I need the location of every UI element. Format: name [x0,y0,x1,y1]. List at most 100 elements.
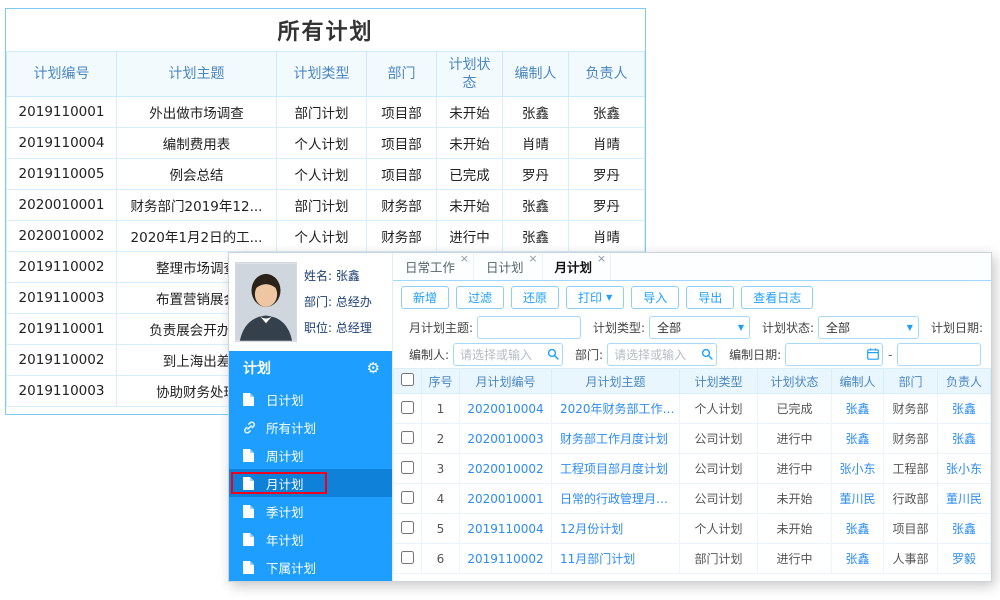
link-cell[interactable]: 张鑫 [937,513,991,544]
tab-close-icon[interactable]: × [597,253,606,265]
tab-bar: 日常工作 × 日计划 × 月计划 × [393,253,991,281]
column-header: 月计划编号 [459,368,552,394]
table-cell: 2020年1月2日的工... [116,220,277,252]
tab-close-icon[interactable]: × [460,253,469,265]
link-cell[interactable]: 张小东 [937,453,991,484]
link-icon [243,421,258,434]
link-cell[interactable]: 2020年财务部工作月... [551,393,680,424]
search-icon[interactable] [547,348,559,360]
sidebar-item-label: 月计划 [266,476,304,492]
sidebar-menu: 日计划所有计划周计划月计划季计划年计划下属计划 [229,385,392,581]
status-filter-select[interactable]: 全部 ▼ [818,316,919,339]
link-cell[interactable]: 2020010001 [459,483,552,514]
table-cell: 1 [421,393,460,424]
row-checkbox[interactable] [401,430,414,444]
link-cell[interactable]: 张鑫 [831,543,884,574]
filter-button[interactable]: 过滤 [456,286,505,309]
sidebar-item-week-plan[interactable]: 周计划 [229,441,392,469]
link-cell[interactable]: 张鑫 [831,393,884,424]
sidebar-item-all-plans[interactable]: 所有计划 [229,413,392,441]
link-cell[interactable]: 张鑫 [831,423,884,454]
column-header: 部门 [366,51,437,97]
link-cell[interactable]: 2020010003 [459,423,552,454]
table-header-row: 序号 月计划编号 月计划主题 计划类型 计划状态 编制人 部门 负责人 [393,368,991,394]
sidebar-item-label: 日计划 [266,392,304,408]
link-cell[interactable]: 财务部工作月度计划 [551,423,680,454]
row-select-cell [393,483,422,514]
link-cell[interactable]: 2019110002 [459,543,552,574]
column-header: 编制人 [831,368,884,394]
sidebar-item-label: 下属计划 [266,560,317,576]
table-cell: 2019110005 [6,158,117,190]
table-cell: 财务部门2019年12... [116,189,277,221]
profile-position: 职位: 总经理 [304,320,372,335]
table-cell: 6 [421,543,460,574]
link-cell[interactable]: 2019110004 [459,513,552,544]
sidebar-item-label: 所有计划 [266,420,317,436]
sidebar-item-day-plan[interactable]: 日计划 [229,385,392,413]
link-cell[interactable]: 日常的行政管理月计划 [551,483,680,514]
profile-name: 姓名: 张鑫 [304,269,360,283]
table-cell: 张鑫 [568,96,645,128]
link-cell[interactable]: 董川民 [937,483,991,514]
calendar-icon[interactable] [867,348,880,360]
link-cell[interactable]: 张小东 [831,453,884,484]
tab-daily-work[interactable]: 日常工作 × [393,253,475,280]
restore-button[interactable]: 还原 [511,286,560,309]
link-cell[interactable]: 张鑫 [937,393,991,424]
link-cell[interactable]: 张鑫 [937,423,991,454]
print-button[interactable]: 打印 ▼ [566,286,625,309]
tab-day-plan[interactable]: 日计划 × [474,253,543,280]
left-panel: 姓名: 张鑫 部门: 总经办 职位: 总经理 计划 ⚙ 日计划 所有计划 周计划 月计… [229,253,393,581]
table-cell: 个人计划 [276,158,367,190]
table-cell: 外出做市场调查 [116,96,277,128]
table-cell: 进行中 [436,220,503,252]
sidebar-item-label: 季计划 [266,504,304,520]
sidebar-item-year-plan[interactable]: 年计划 [229,525,392,553]
sidebar-item-month-plan[interactable]: 月计划 [229,469,392,497]
creator-filter-label: 编制人: [409,348,450,362]
tab-month-plan[interactable]: 月计划 × [543,253,612,280]
subject-filter-label: 月计划主题: [409,321,474,335]
plan-date-filter-label: 计划日期: [930,321,983,335]
table-cell: 财务部 [883,423,938,454]
row-checkbox[interactable] [401,550,414,564]
table-header-row: 计划编号 计划主题 计划类型 部门 计划状态 编制人 负责人 [6,51,645,97]
link-cell[interactable]: 12月份计划 [551,513,680,544]
document-icon [243,532,258,546]
type-filter-select[interactable]: 全部 ▼ [649,316,750,339]
export-button[interactable]: 导出 [686,286,735,309]
add-button[interactable]: 新增 [401,286,450,309]
table-cell: 公司计划 [679,453,758,484]
link-cell[interactable]: 11月部门计划 [551,543,680,574]
made-date-end-input[interactable] [897,343,982,366]
link-cell[interactable]: 工程项目部月度计划 [551,453,680,484]
sidebar-item-quarter-plan[interactable]: 季计划 [229,497,392,525]
table-cell: 行政部 [883,483,938,514]
table-cell: 2019110002 [6,251,117,283]
sidebar-item-subordinate-plan[interactable]: 下属计划 [229,553,392,581]
import-button[interactable]: 导入 [631,286,680,309]
link-cell[interactable]: 张鑫 [831,513,884,544]
search-icon[interactable] [701,348,713,360]
row-checkbox[interactable] [401,460,414,474]
row-checkbox[interactable] [401,490,414,504]
profile-photo [235,262,297,342]
row-checkbox[interactable] [401,520,414,534]
table-row: 2020010002 2020年1月2日的工... 个人计划 财务部 进行中 张鑫 肖晴 [6,220,645,252]
link-cell[interactable]: 2020010004 [459,393,552,424]
link-cell[interactable]: 董川民 [831,483,884,514]
link-cell[interactable]: 2020010002 [459,453,552,484]
tab-close-icon[interactable]: × [528,253,537,265]
gear-icon[interactable]: ⚙ [367,359,380,377]
column-header: 负责人 [568,51,645,97]
link-cell[interactable]: 罗毅 [937,543,991,574]
sidebar-item-label: 年计划 [266,532,304,548]
creator-filter [453,343,564,366]
subject-filter-input[interactable] [477,316,582,339]
table-cell: 未开始 [436,127,503,159]
row-checkbox[interactable] [401,400,414,414]
document-icon [243,392,258,406]
select-all-checkbox[interactable] [401,373,414,386]
view-log-button[interactable]: 查看日志 [741,286,814,309]
